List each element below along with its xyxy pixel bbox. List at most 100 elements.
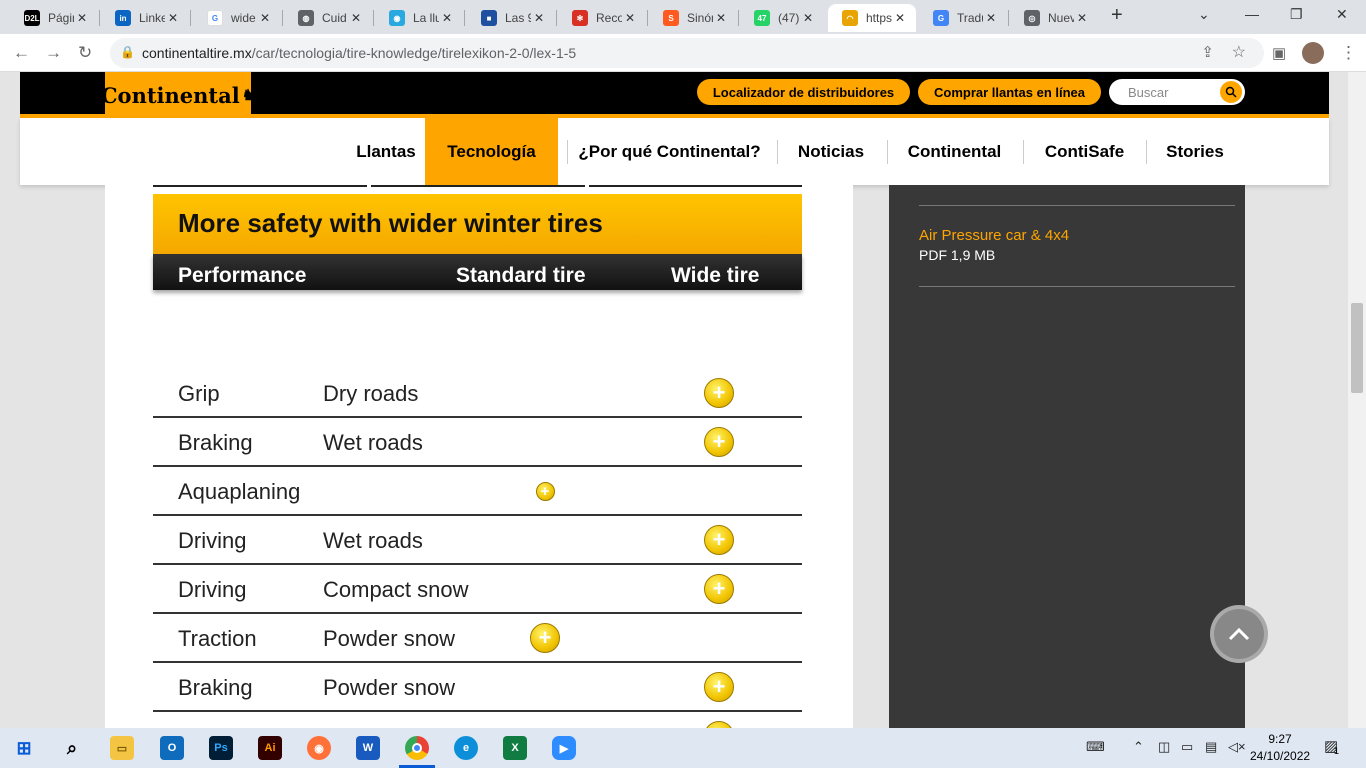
chrome-menu-icon[interactable]: ⋮ — [1340, 43, 1357, 63]
close-tab-icon[interactable]: ✕ — [983, 11, 999, 25]
excel-icon[interactable]: X — [503, 736, 527, 760]
browser-tab[interactable]: ◉ La llu ✕ — [375, 4, 463, 32]
file-explorer-icon[interactable]: ▭ — [110, 736, 134, 760]
condition-label: Wet roads — [323, 528, 423, 553]
outlook-icon[interactable]: O — [160, 736, 184, 760]
browser-tab[interactable]: ◠ https ✕ — [828, 4, 916, 32]
close-tab-icon[interactable]: ✕ — [800, 11, 816, 25]
close-tab-icon[interactable]: ✕ — [622, 11, 638, 25]
google-favicon: G — [207, 10, 223, 26]
page-scrollbar[interactable] — [1348, 72, 1366, 728]
browser-tab[interactable]: G Tradu✕ — [919, 4, 1007, 32]
dealer-locator-button[interactable]: Localizador de distribuidores — [697, 79, 910, 105]
browser-tab[interactable]: S Sinór ✕ — [649, 4, 737, 32]
menu-separator — [1146, 140, 1147, 164]
reload-icon[interactable]: ↻ — [78, 43, 92, 63]
close-tab-icon[interactable]: ✕ — [257, 11, 273, 25]
menu-item[interactable]: Noticias — [779, 118, 883, 185]
tab-title: Cuid — [322, 11, 347, 25]
tab-separator — [99, 10, 100, 26]
menu-item[interactable]: Stories — [1148, 118, 1242, 185]
translate-favicon: G — [933, 10, 949, 26]
tab-separator — [464, 10, 465, 26]
browser-tab[interactable]: ◎ Nuev ✕ — [1010, 4, 1098, 32]
menu-item[interactable]: ¿Por qué Continental? — [569, 118, 770, 185]
meet-now-icon[interactable]: ◫ — [1158, 739, 1170, 755]
performance-label: Driving — [178, 528, 247, 553]
plus-advantage-icon: + — [704, 574, 734, 604]
browser-tab[interactable]: ■ Las 9✕ — [467, 4, 555, 32]
browser-tab[interactable]: Gwide ✕ — [193, 4, 281, 32]
browser-tab[interactable]: ✻ Reco ✕ — [558, 4, 646, 32]
omnibox[interactable]: 🔒 continentaltire.mx/car/tecnologia/tire… — [110, 38, 1264, 68]
browser-tab[interactable]: 47 (47) '✕ — [740, 4, 824, 32]
tab-search-icon[interactable]: ⌄ — [1198, 6, 1210, 23]
web-page: Continental ♞ Localizador de distribuidor… — [0, 72, 1366, 728]
menu-item[interactable]: Continental — [889, 118, 1020, 185]
tab-separator — [647, 10, 648, 26]
windows-taskbar: ⊞ ⌕ ▭ O Ps Ai ◉ W e X ▶ ⌨ ⌃ ◫ ▭ ▤ ◁× 9:2… — [0, 728, 1366, 768]
chrome-icon[interactable] — [405, 736, 429, 760]
tab-title: La llu — [413, 11, 439, 25]
performance-label: Driving — [178, 577, 247, 602]
scrollbar-thumb[interactable] — [1351, 303, 1363, 393]
profile-avatar[interactable] — [1302, 42, 1324, 64]
performance-row: Traction Powder snow + — [153, 614, 802, 663]
restore-button[interactable]: ❐ — [1290, 6, 1303, 23]
continental-logo[interactable]: Continental ♞ — [101, 72, 255, 118]
condition-label: Wet roads — [323, 430, 423, 455]
photoshop-icon[interactable]: Ps — [209, 736, 233, 760]
close-tab-icon[interactable]: ✕ — [713, 11, 729, 25]
share-icon[interactable]: ⇪ — [1201, 43, 1214, 61]
browser-tab[interactable]: ◍ Cuid ✕ — [284, 4, 372, 32]
tab-separator — [282, 10, 283, 26]
close-tab-icon[interactable]: ✕ — [439, 11, 455, 25]
whatsapp-favicon: 47 — [754, 10, 770, 26]
close-tab-icon[interactable]: ✕ — [1074, 11, 1090, 25]
download-link-title[interactable]: Air Pressure car & 4x4 — [919, 227, 1069, 244]
forward-icon[interactable]: → — [45, 43, 62, 63]
browser-tab[interactable]: D2L Págir ✕ — [10, 4, 98, 32]
windows-start-icon[interactable]: ⊞ — [12, 736, 36, 760]
horse-logo-icon: ♞ — [241, 86, 256, 104]
close-tab-icon[interactable]: ✕ — [892, 11, 908, 25]
divider — [589, 185, 802, 187]
edge-icon[interactable]: e — [454, 736, 478, 760]
close-tab-icon[interactable]: ✕ — [531, 11, 547, 25]
download-file-info: PDF 1,9 MB — [919, 247, 996, 263]
close-tab-icon[interactable]: ✕ — [74, 11, 90, 25]
firefox-icon[interactable]: ◉ — [307, 736, 331, 760]
performance-row: Aquaplaning + — [153, 467, 802, 516]
plus-advantage-icon: + — [704, 378, 734, 408]
plus-advantage-icon: + — [704, 525, 734, 555]
browser-tab[interactable]: in Linke ✕ — [101, 4, 189, 32]
back-icon[interactable]: ← — [13, 43, 30, 63]
close-tab-icon[interactable]: ✕ — [348, 11, 364, 25]
close-tab-icon[interactable]: ✕ — [165, 11, 181, 25]
keyboard-icon[interactable]: ⌨ — [1086, 739, 1105, 755]
minimize-button[interactable]: — — [1245, 6, 1259, 22]
site-favicon: ✻ — [572, 10, 588, 26]
bookmark-star-icon[interactable]: ☆ — [1232, 42, 1246, 62]
network-icon[interactable]: ▤ — [1205, 739, 1217, 755]
zoom-icon[interactable]: ▶ — [552, 736, 576, 760]
system-clock[interactable]: 9:27 24/10/2022 — [1250, 731, 1310, 765]
menu-item[interactable]: ContiSafe — [1025, 118, 1144, 185]
side-panel-icon[interactable]: ▣ — [1272, 44, 1286, 62]
volume-muted-icon[interactable]: ◁× — [1228, 739, 1246, 755]
menu-item[interactable]: Tecnología — [425, 118, 558, 185]
show-hidden-icons-chevron[interactable]: ⌃ — [1133, 739, 1144, 755]
battery-icon[interactable]: ▭ — [1181, 739, 1193, 755]
new-tab-button[interactable]: + — [1111, 4, 1123, 27]
scroll-to-top-button[interactable] — [1214, 609, 1264, 659]
buy-tires-online-button[interactable]: Comprar llantas en línea — [918, 79, 1101, 105]
tab-title: Sinór — [687, 11, 713, 25]
taskbar-search-icon[interactable]: ⌕ — [60, 736, 84, 760]
illustrator-icon[interactable]: Ai — [258, 736, 282, 760]
menu-separator — [1023, 140, 1024, 164]
word-icon[interactable]: W — [356, 736, 380, 760]
search-button[interactable] — [1220, 81, 1242, 103]
plus-advantage-icon: + — [704, 427, 734, 457]
close-window-button[interactable]: ✕ — [1336, 6, 1348, 23]
linkedin-favicon: in — [115, 10, 131, 26]
